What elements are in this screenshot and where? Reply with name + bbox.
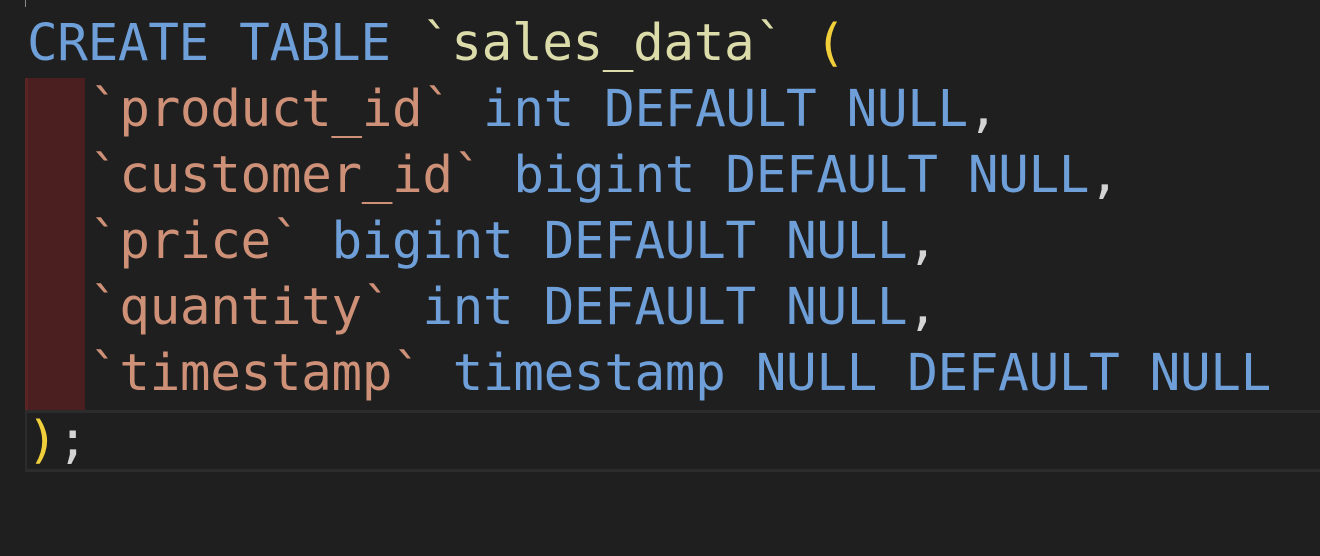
column-name: `price` bbox=[89, 212, 302, 271]
comma: , bbox=[907, 212, 938, 271]
code-line-4[interactable]: `price` bigint DEFAULT NULL, bbox=[27, 209, 938, 275]
code-line-3[interactable]: `customer_id` bigint DEFAULT NULL, bbox=[27, 143, 1120, 209]
column-type: bigint DEFAULT NULL bbox=[331, 212, 908, 271]
close-paren: ) bbox=[27, 411, 58, 470]
column-name: `product_id` bbox=[89, 80, 453, 139]
current-line-highlight bbox=[25, 410, 1320, 472]
comma: , bbox=[967, 80, 999, 139]
column-type: int DEFAULT NULL bbox=[482, 80, 968, 139]
column-name: `quantity` bbox=[89, 278, 393, 337]
code-line-2[interactable]: `product_id` int DEFAULT NULL, bbox=[27, 77, 999, 143]
semicolon: ; bbox=[57, 411, 88, 470]
column-type: timestamp NULL DEFAULT NULL bbox=[452, 344, 1272, 403]
ruler-tick bbox=[25, 0, 26, 7]
column-type: int DEFAULT NULL bbox=[422, 278, 908, 337]
column-name: `timestamp` bbox=[89, 344, 423, 403]
open-paren: ( bbox=[814, 14, 846, 73]
code-line-1[interactable]: CREATE TABLE `sales_data` ( bbox=[27, 11, 846, 77]
code-line-7[interactable]: ); bbox=[27, 408, 88, 474]
code-line-6[interactable]: `timestamp` timestamp NULL DEFAULT NULL bbox=[27, 341, 1271, 407]
keyword-table: TABLE bbox=[239, 14, 391, 73]
comma: , bbox=[1089, 146, 1120, 205]
code-line-5[interactable]: `quantity` int DEFAULT NULL, bbox=[27, 275, 938, 341]
comma: , bbox=[907, 278, 938, 337]
keyword-create: CREATE bbox=[27, 14, 209, 73]
code-editor[interactable]: CREATE TABLE `sales_data` ( `product_id`… bbox=[0, 0, 1320, 556]
table-name: `sales_data` bbox=[420, 14, 785, 73]
column-type: bigint DEFAULT NULL bbox=[513, 146, 1090, 205]
column-name: `customer_id` bbox=[89, 146, 483, 205]
